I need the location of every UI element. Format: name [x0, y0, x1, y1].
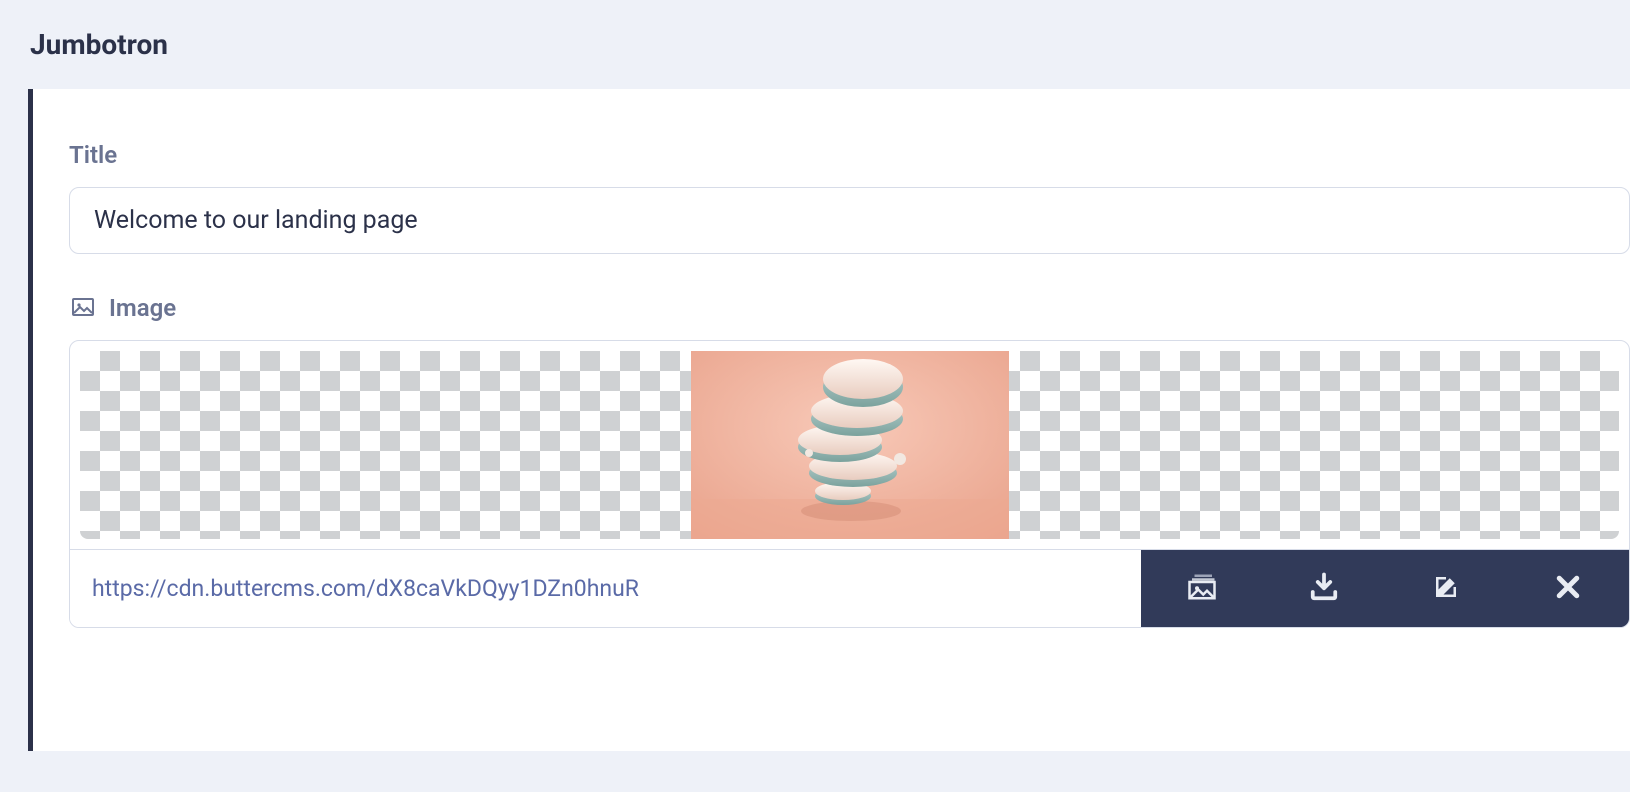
image-url-row	[70, 549, 1629, 627]
close-icon	[1553, 572, 1583, 605]
image-url-input[interactable]	[70, 550, 1141, 627]
image-label: Image	[69, 294, 1630, 322]
media-library-button[interactable]	[1141, 550, 1263, 627]
media-library-icon	[1187, 572, 1217, 605]
image-preview[interactable]	[80, 351, 1619, 539]
title-label: Title	[69, 141, 1630, 169]
remove-button[interactable]	[1507, 550, 1629, 627]
title-input[interactable]	[69, 187, 1630, 254]
image-field-wrapper	[69, 340, 1630, 628]
image-thumbnail	[691, 351, 1009, 539]
download-icon	[1309, 572, 1339, 605]
image-label-text: Image	[109, 294, 176, 322]
edit-button[interactable]	[1385, 550, 1507, 627]
download-button[interactable]	[1263, 550, 1385, 627]
image-field: Image	[69, 294, 1630, 628]
section-title: Jumbotron	[0, 0, 1630, 89]
edit-icon	[1431, 572, 1461, 605]
image-action-bar	[1141, 550, 1629, 627]
image-icon	[69, 296, 97, 320]
title-label-text: Title	[69, 141, 117, 169]
jumbotron-panel: Title Image	[28, 89, 1630, 751]
title-field: Title	[69, 141, 1630, 254]
